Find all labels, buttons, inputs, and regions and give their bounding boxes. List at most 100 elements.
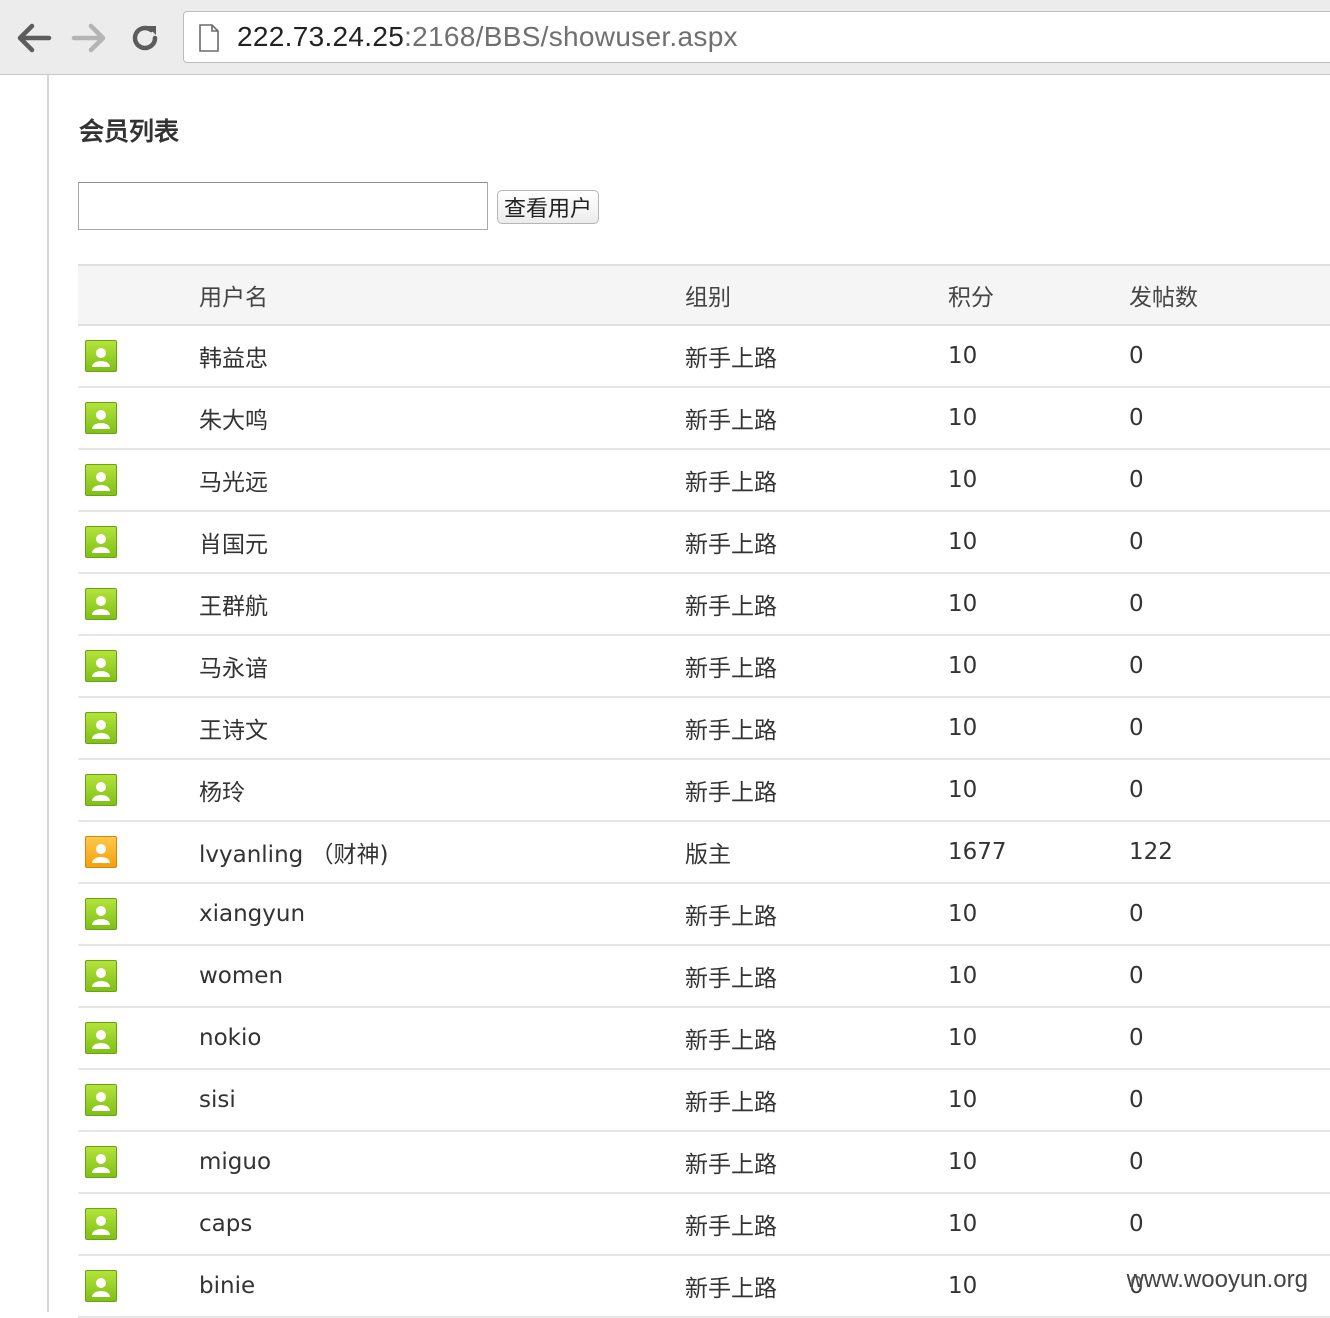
avatar-cell xyxy=(85,326,117,386)
score-cell: 10 xyxy=(948,901,978,927)
table-row: 肖国元 新手上路 10 0 xyxy=(78,512,1330,574)
avatar-cell xyxy=(85,698,117,758)
forward-arrow-icon[interactable] xyxy=(69,18,109,58)
username-cell[interactable]: miguo xyxy=(199,1132,271,1192)
username-cell[interactable]: binie xyxy=(199,1256,255,1316)
posts-cell: 0 xyxy=(1129,1025,1144,1051)
header-score: 积分 xyxy=(948,285,994,311)
avatar-cell xyxy=(85,1256,117,1316)
reload-icon[interactable] xyxy=(125,18,165,58)
user-avatar-icon xyxy=(85,898,117,930)
user-avatar-icon xyxy=(85,774,117,806)
address-bar[interactable]: 222.73.24.25:2168/BBS/showuser.aspx xyxy=(183,11,1330,63)
username-cell[interactable]: 杨玲 xyxy=(199,760,245,820)
posts-cell: 122 xyxy=(1129,839,1173,865)
posts-cell: 0 xyxy=(1129,715,1144,741)
posts-cell: 0 xyxy=(1129,1087,1144,1113)
group-cell: 新手上路 xyxy=(685,904,777,930)
avatar-cell xyxy=(85,636,117,696)
user-avatar-icon xyxy=(85,1146,117,1178)
username-cell[interactable]: 马光远 xyxy=(199,450,268,510)
table-row: caps 新手上路 10 0 xyxy=(78,1194,1330,1256)
group-cell: 新手上路 xyxy=(685,1028,777,1054)
table-row: sisi 新手上路 10 0 xyxy=(78,1070,1330,1132)
table-row: 韩益忠 新手上路 10 0 xyxy=(78,326,1330,388)
table-row: nokio 新手上路 10 0 xyxy=(78,1008,1330,1070)
username-cell[interactable]: xiangyun xyxy=(199,884,305,944)
user-avatar-icon xyxy=(85,1084,117,1116)
user-avatar-icon xyxy=(85,836,117,868)
username-cell[interactable]: 王群航 xyxy=(199,574,268,634)
search-input[interactable] xyxy=(78,182,488,230)
user-avatar-icon xyxy=(85,1022,117,1054)
table-row: 王诗文 新手上路 10 0 xyxy=(78,698,1330,760)
table-row: lvyanling （财神) 版主 1677 122 xyxy=(78,822,1330,884)
username-cell[interactable]: lvyanling （财神) xyxy=(199,822,389,882)
posts-cell: 0 xyxy=(1129,777,1144,803)
avatar-cell xyxy=(85,388,117,448)
score-cell: 10 xyxy=(948,467,978,493)
group-cell: 新手上路 xyxy=(685,408,777,434)
back-arrow-icon[interactable] xyxy=(14,18,54,58)
view-user-button[interactable]: 查看用户 xyxy=(497,190,599,224)
header-group: 组别 xyxy=(685,285,731,311)
group-cell: 新手上路 xyxy=(685,718,777,744)
user-avatar-icon xyxy=(85,960,117,992)
user-avatar-icon xyxy=(85,588,117,620)
user-avatar-icon xyxy=(85,1208,117,1240)
posts-cell: 0 xyxy=(1129,591,1144,617)
username-cell[interactable]: 朱大鸣 xyxy=(199,388,268,448)
header-username: 用户名 xyxy=(199,285,268,311)
avatar-cell xyxy=(85,822,117,882)
user-avatar-icon xyxy=(85,650,117,682)
table-header: 用户名 组别 积分 发帖数 xyxy=(78,264,1330,326)
group-cell: 新手上路 xyxy=(685,1152,777,1178)
username-cell[interactable]: 肖国元 xyxy=(199,512,268,572)
group-cell: 新手上路 xyxy=(685,346,777,372)
user-avatar-icon xyxy=(85,526,117,558)
group-cell: 新手上路 xyxy=(685,532,777,558)
posts-cell: 0 xyxy=(1129,963,1144,989)
score-cell: 10 xyxy=(948,963,978,989)
score-cell: 10 xyxy=(948,591,978,617)
table-body: 韩益忠 新手上路 10 0 朱大鸣 新手上路 10 0 马光远 新手上路 10 0 肖国元 新手上路 10 0… xyxy=(78,326,1330,1318)
avatar-cell xyxy=(85,760,117,820)
user-avatar-icon xyxy=(85,464,117,496)
group-cell: 新手上路 xyxy=(685,470,777,496)
url-path: :2168/BBS/showuser.aspx xyxy=(404,21,738,52)
posts-cell: 0 xyxy=(1129,343,1144,369)
browser-toolbar: 222.73.24.25:2168/BBS/showuser.aspx xyxy=(0,0,1330,75)
username-cell[interactable]: 韩益忠 xyxy=(199,326,268,386)
username-cell[interactable]: women xyxy=(199,946,283,1006)
username-cell[interactable]: 马永谙 xyxy=(199,636,268,696)
score-cell: 1677 xyxy=(948,839,1007,865)
posts-cell: 0 xyxy=(1129,1149,1144,1175)
user-avatar-icon xyxy=(85,712,117,744)
table-row: 王群航 新手上路 10 0 xyxy=(78,574,1330,636)
url-host: 222.73.24.25 xyxy=(237,21,405,52)
table-row: 马光远 新手上路 10 0 xyxy=(78,450,1330,512)
username-cell[interactable]: sisi xyxy=(199,1070,236,1130)
avatar-cell xyxy=(85,1008,117,1068)
watermark: www.wooyun.org xyxy=(1126,1266,1308,1293)
score-cell: 10 xyxy=(948,405,978,431)
table-row: 杨玲 新手上路 10 0 xyxy=(78,760,1330,822)
table-row: 朱大鸣 新手上路 10 0 xyxy=(78,388,1330,450)
username-cell[interactable]: 王诗文 xyxy=(199,698,268,758)
posts-cell: 0 xyxy=(1129,1211,1144,1237)
avatar-cell xyxy=(85,574,117,634)
score-cell: 10 xyxy=(948,1149,978,1175)
left-divider xyxy=(47,75,49,1312)
url-text: 222.73.24.25:2168/BBS/showuser.aspx xyxy=(237,21,738,53)
table-row: women 新手上路 10 0 xyxy=(78,946,1330,1008)
avatar-cell xyxy=(85,450,117,510)
avatar-cell xyxy=(85,1070,117,1130)
score-cell: 10 xyxy=(948,1273,978,1299)
page-title: 会员列表 xyxy=(79,117,180,146)
group-cell: 新手上路 xyxy=(685,966,777,992)
user-avatar-icon xyxy=(85,402,117,434)
username-cell[interactable]: caps xyxy=(199,1194,252,1254)
username-cell[interactable]: nokio xyxy=(199,1008,261,1068)
group-cell: 新手上路 xyxy=(685,656,777,682)
group-cell: 新手上路 xyxy=(685,1090,777,1116)
